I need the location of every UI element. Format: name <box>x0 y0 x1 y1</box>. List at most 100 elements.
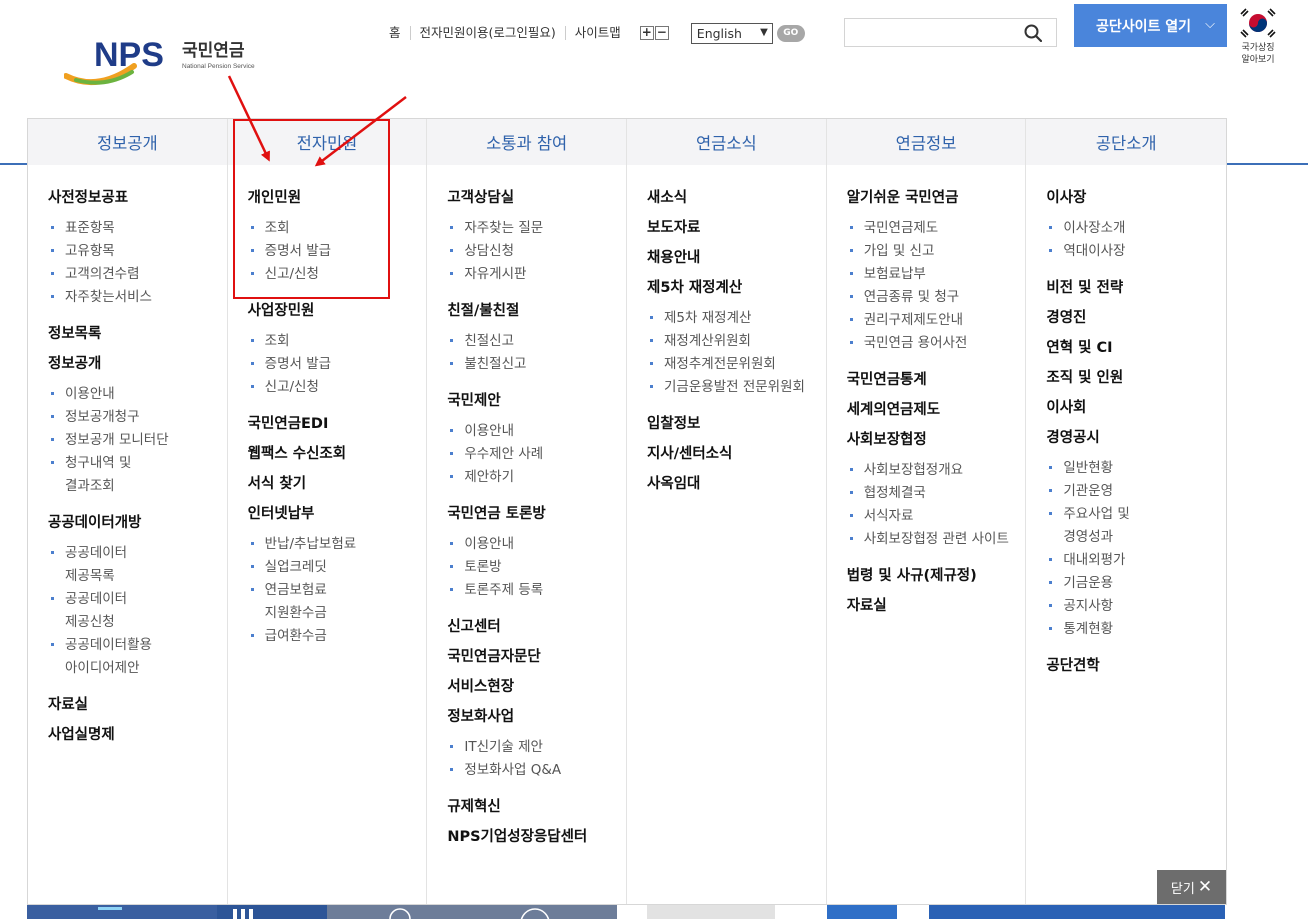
menu-column-title[interactable]: 공단소개 <box>1026 119 1227 165</box>
menu-category[interactable]: 서식 찾기 <box>248 469 427 499</box>
menu-subitem[interactable]: 공공데이터 제공신청 <box>48 588 227 634</box>
menu-category[interactable]: 웹팩스 수신조회 <box>248 439 427 469</box>
menu-category[interactable]: 정보화사업 <box>447 702 626 732</box>
menu-subitem[interactable]: 역대이사장 <box>1046 240 1226 263</box>
menu-category[interactable]: 국민연금 토론방 <box>447 499 626 529</box>
language-select[interactable]: English ▼ <box>690 22 773 44</box>
menu-category[interactable]: 사회보장협정 <box>847 425 1026 455</box>
util-link-e-service[interactable]: 전자민원이용(로그인필요) <box>411 26 566 40</box>
menu-category[interactable]: 입찰정보 <box>647 409 826 439</box>
menu-category[interactable]: 연혁 및 CI <box>1046 333 1226 363</box>
menu-subitem[interactable]: 급여환수금 <box>248 625 427 648</box>
nps-logo[interactable]: NPS 국민연금 National Pension Service <box>63 36 274 92</box>
menu-subitem[interactable]: 재정계산위원회 <box>647 330 826 353</box>
menu-subitem[interactable]: 제안하기 <box>447 466 626 489</box>
menu-subitem[interactable]: 사회보장협정개요 <box>847 459 1026 482</box>
menu-category[interactable]: 자료실 <box>48 690 227 720</box>
menu-subitem[interactable]: 사회보장협정 관련 사이트 <box>847 528 1026 551</box>
menu-subitem[interactable]: 신고/신청 <box>248 263 427 286</box>
open-site-button[interactable]: 공단사이트 열기 ⌵ <box>1074 4 1227 47</box>
menu-subitem[interactable]: 토론주제 등록 <box>447 579 626 602</box>
menu-column-title[interactable]: 연금정보 <box>826 119 1026 165</box>
menu-subitem[interactable]: 이용안내 <box>447 420 626 443</box>
menu-category[interactable]: 신고센터 <box>447 612 626 642</box>
menu-subitem[interactable]: 협정체결국 <box>847 482 1026 505</box>
menu-category[interactable]: 제5차 재정계산 <box>647 273 826 303</box>
menu-subitem[interactable]: 정보공개청구 <box>48 406 227 429</box>
menu-subitem[interactable]: 연금종류 및 청구 <box>847 286 1026 309</box>
menu-subitem[interactable]: 조회 <box>248 330 427 353</box>
menu-subitem[interactable]: 재정추계전문위원회 <box>647 353 826 376</box>
menu-category[interactable]: 채용안내 <box>647 243 826 273</box>
menu-category[interactable]: 인터넷납부 <box>248 499 427 529</box>
menu-subitem[interactable]: 정보공개 모니터단 <box>48 429 227 452</box>
menu-column-title[interactable]: 연금소식 <box>627 119 826 165</box>
menu-category[interactable]: 법령 및 사규(제규정) <box>847 561 1026 591</box>
menu-subitem[interactable]: 신고/신청 <box>248 376 427 399</box>
menu-category[interactable]: 정보공개 <box>48 349 227 379</box>
menu-subitem[interactable]: 공지사항 <box>1046 595 1226 618</box>
language-go-button[interactable]: GO <box>776 24 805 42</box>
menu-subitem[interactable]: 상담신청 <box>447 240 626 263</box>
national-symbol-link[interactable]: 국가상징 알아보기 <box>1238 42 1278 66</box>
menu-subitem[interactable]: 고객의견수렴 <box>48 263 227 286</box>
menu-subitem[interactable]: 반납/추납보험료 <box>248 533 427 556</box>
zoom-in-button[interactable]: + <box>639 26 654 40</box>
menu-subitem[interactable]: 주요사업 및 경영성과 <box>1046 503 1226 549</box>
menu-subitem[interactable]: 보험료납부 <box>847 263 1026 286</box>
menu-subitem[interactable]: 국민연금제도 <box>847 217 1026 240</box>
menu-category[interactable]: 이사장 <box>1046 183 1226 213</box>
menu-subitem[interactable]: 서식자료 <box>847 505 1026 528</box>
search-icon[interactable] <box>1024 24 1042 42</box>
menu-subitem[interactable]: 일반현황 <box>1046 457 1226 480</box>
menu-subitem[interactable]: 이용안내 <box>447 533 626 556</box>
menu-category[interactable]: 자료실 <box>847 591 1026 621</box>
menu-category[interactable]: 친절/불친절 <box>447 296 626 326</box>
menu-category[interactable]: 조직 및 인원 <box>1046 363 1226 393</box>
menu-category[interactable]: 사전정보공표 <box>48 183 227 213</box>
close-menu-button[interactable]: 닫기 ✕ <box>1157 870 1226 904</box>
menu-subitem[interactable]: 증명서 발급 <box>248 240 427 263</box>
menu-subitem[interactable]: 이사장소개 <box>1046 217 1226 240</box>
menu-subitem[interactable]: 청구내역 및 결과조회 <box>48 452 227 498</box>
menu-subitem[interactable]: 권리구제제도안내 <box>847 309 1026 332</box>
menu-subitem[interactable]: 기관운영 <box>1046 480 1226 503</box>
menu-category[interactable]: 이사회 <box>1046 393 1226 423</box>
menu-subitem[interactable]: 이용안내 <box>48 383 227 406</box>
menu-category[interactable]: 새소식 <box>647 183 826 213</box>
menu-subitem[interactable]: 공공데이터 제공목록 <box>48 542 227 588</box>
menu-category[interactable]: 국민연금자문단 <box>447 642 626 672</box>
menu-category[interactable]: 지사/센터소식 <box>647 439 826 469</box>
menu-column-title[interactable]: 정보공개 <box>28 119 227 165</box>
menu-column-title[interactable]: 전자민원 <box>227 119 427 165</box>
menu-category[interactable]: 보도자료 <box>647 213 826 243</box>
menu-category[interactable]: 개인민원 <box>248 183 427 213</box>
menu-subitem[interactable]: 국민연금 용어사전 <box>847 332 1026 355</box>
menu-subitem[interactable]: 고유항목 <box>48 240 227 263</box>
menu-category[interactable]: 고객상담실 <box>447 183 626 213</box>
menu-subitem[interactable]: 정보화사업 Q&A <box>447 759 626 782</box>
menu-subitem[interactable]: 증명서 발급 <box>248 353 427 376</box>
menu-category[interactable]: NPS기업성장응답센터 <box>447 822 626 852</box>
menu-subitem[interactable]: 실업크레딧 <box>248 556 427 579</box>
menu-category[interactable]: 국민연금EDI <box>248 409 427 439</box>
menu-category[interactable]: 정보목록 <box>48 319 227 349</box>
menu-category[interactable]: 사업실명제 <box>48 720 227 750</box>
menu-subitem[interactable]: 표준항목 <box>48 217 227 240</box>
menu-subitem[interactable]: 우수제안 사례 <box>447 443 626 466</box>
menu-subitem[interactable]: 기금운용 <box>1046 572 1226 595</box>
menu-category[interactable]: 사옥임대 <box>647 469 826 499</box>
zoom-out-button[interactable]: − <box>654 26 669 40</box>
menu-category[interactable]: 국민제안 <box>447 386 626 416</box>
util-link-home[interactable]: 홈 <box>380 26 411 40</box>
menu-subitem[interactable]: 자주찾는서비스 <box>48 286 227 309</box>
menu-subitem[interactable]: 조회 <box>248 217 427 240</box>
menu-subitem[interactable]: 가입 및 신고 <box>847 240 1026 263</box>
util-link-sitemap[interactable]: 사이트맵 <box>566 26 630 40</box>
menu-category[interactable]: 사업장민원 <box>248 296 427 326</box>
menu-column-title[interactable]: 소통과 참여 <box>427 119 627 165</box>
menu-subitem[interactable]: 기금운용발전 전문위원회 <box>647 376 826 399</box>
menu-subitem[interactable]: IT신기술 제안 <box>447 736 626 759</box>
menu-category[interactable]: 경영공시 <box>1046 423 1226 453</box>
menu-subitem[interactable]: 연금보험료 지원환수금 <box>248 579 427 625</box>
